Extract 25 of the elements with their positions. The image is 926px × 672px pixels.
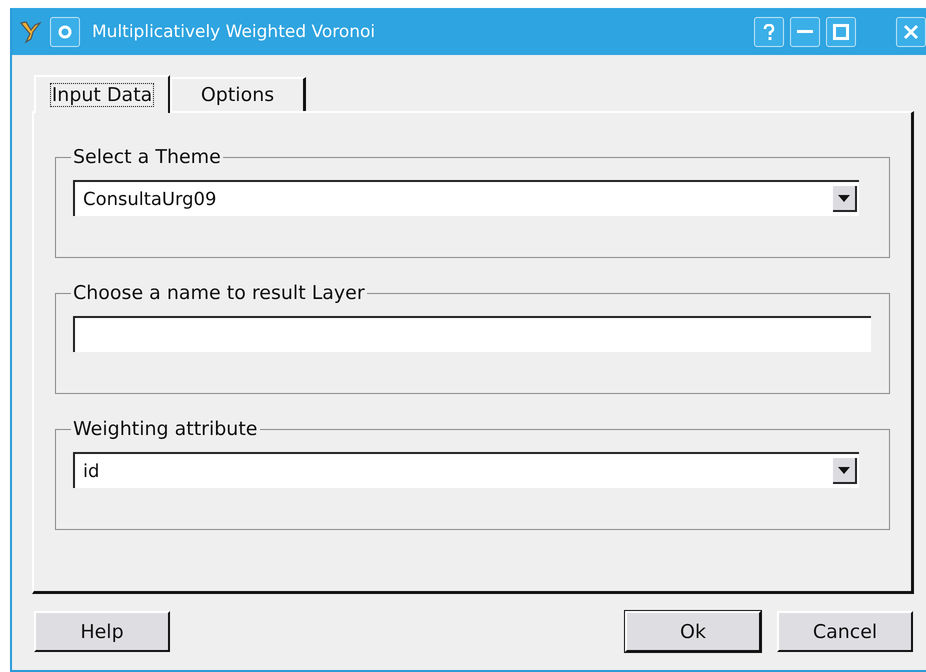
dropdown[interactable]: id xyxy=(73,452,859,488)
dropdown-arrow-icon xyxy=(838,194,850,202)
group-title: Select a Theme xyxy=(72,146,222,168)
group-title: Weighting attribute xyxy=(72,418,258,440)
close-icon xyxy=(903,24,919,40)
dialog-button[interactable]: Cancel xyxy=(777,611,913,652)
minimize-button[interactable] xyxy=(790,16,820,46)
dropdown[interactable]: ConsultaUrg09 xyxy=(73,180,859,216)
ring-icon xyxy=(58,24,72,38)
app-icon xyxy=(18,18,44,44)
tab[interactable]: Input Data xyxy=(34,75,170,113)
tab[interactable]: Options xyxy=(170,77,306,111)
help-icon xyxy=(763,24,775,40)
dialog-button[interactable]: Ok xyxy=(625,611,761,652)
maximize-button[interactable] xyxy=(826,16,856,46)
dropdown-arrow-icon xyxy=(838,466,850,474)
maximize-icon xyxy=(833,24,849,40)
group-title: Choose a name to result Layer xyxy=(72,282,366,304)
help-button[interactable] xyxy=(754,16,784,46)
window-title: Multiplicatively Weighted Voronoi xyxy=(92,22,376,42)
dialog-button[interactable]: Help xyxy=(34,611,170,652)
input-field[interactable] xyxy=(73,316,871,352)
minimize-icon xyxy=(797,30,813,34)
close-button[interactable] xyxy=(896,16,926,46)
window-menu-button[interactable] xyxy=(50,16,80,46)
